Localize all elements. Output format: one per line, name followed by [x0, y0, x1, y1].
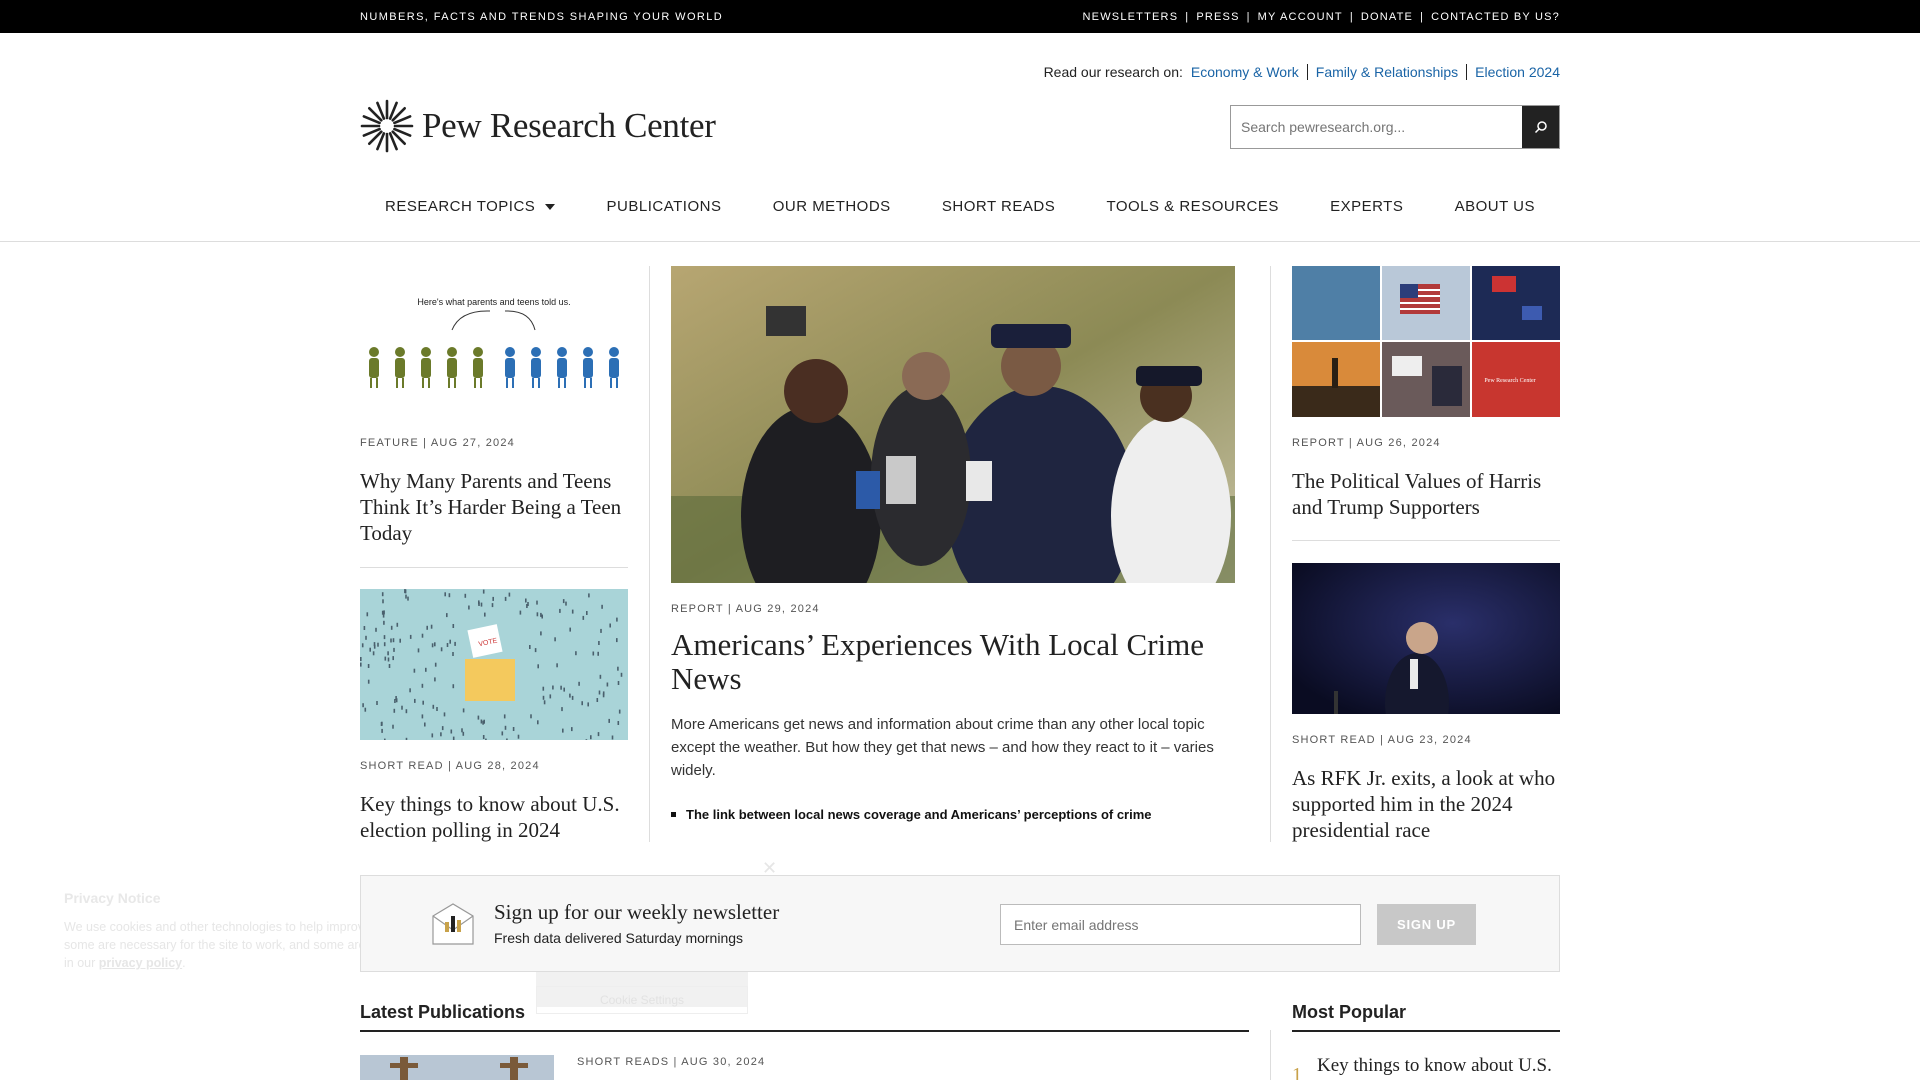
nav-tools-resources[interactable]: TOOLS & RESOURCES — [1106, 198, 1278, 215]
caret-down-icon — [545, 203, 556, 210]
utility-links: NEWSLETTERS | PRESS | MY ACCOUNT | DONATE | … — [1082, 11, 1560, 23]
nav-about-us[interactable]: ABOUT US — [1455, 198, 1535, 215]
latest-thumbnail[interactable] — [360, 1055, 554, 1080]
story-meta: REPORT | AUG 26, 2024 — [1292, 437, 1441, 449]
newsletter-signup: Sign up for our weekly newsletter Fresh … — [360, 875, 1560, 972]
site-logo[interactable]: Pew Research Center — [360, 99, 716, 153]
story-divider — [360, 567, 628, 568]
story-title[interactable]: Why Many Parents and Teens Think It’s Ha… — [360, 468, 628, 546]
read-research-label: Read our research on: — [1043, 64, 1183, 80]
story-meta: FEATURE | AUG 27, 2024 — [360, 437, 515, 449]
search-input[interactable] — [1231, 106, 1522, 148]
latest-publications-heading: Latest Publications — [360, 1002, 526, 1022]
tagline: NUMBERS, FACTS AND TRENDS SHAPING YOUR W… — [360, 11, 724, 23]
story-divider — [1292, 540, 1560, 541]
search-button[interactable] — [1522, 106, 1559, 148]
nav-experts[interactable]: EXPERTS — [1330, 198, 1403, 215]
main-story-description: More Americans get news and information … — [671, 716, 1214, 779]
newsletter-title: Sign up for our weekly newsletter — [494, 900, 780, 924]
latest-divider — [360, 1030, 1249, 1032]
election-polling-illustration[interactable]: VOTE — [360, 589, 628, 740]
newsletter-subtitle: Fresh data delivered Saturday mornings — [494, 930, 744, 946]
story-title[interactable]: As RFK Jr. exits, a look at who supporte… — [1292, 765, 1560, 843]
press-link[interactable]: PRESS — [1196, 11, 1239, 23]
related-link[interactable]: The link between local news coverage and… — [671, 807, 1152, 822]
column-divider-bottom — [1270, 1030, 1271, 1080]
column-divider-left — [649, 266, 650, 842]
story-meta: SHORT READ | AUG 28, 2024 — [360, 760, 540, 772]
donate-link[interactable]: DONATE — [1361, 11, 1413, 23]
email-field[interactable] — [1000, 904, 1361, 945]
main-story-meta: REPORT | AUG 29, 2024 — [671, 603, 820, 615]
search-box — [1230, 105, 1560, 149]
crime-news-photo[interactable] — [671, 266, 1235, 583]
tile-wordmark: Pew Research Center — [1484, 378, 1535, 384]
newsletters-link[interactable]: NEWSLETTERS — [1083, 11, 1179, 23]
topic-link-economy[interactable]: Economy & Work — [1191, 64, 1299, 80]
topic-link-election[interactable]: Election 2024 — [1475, 64, 1560, 80]
latest-item-meta: SHORT READS | AUG 30, 2024 — [577, 1056, 766, 1068]
contacted-by-us-link[interactable]: CONTACTED BY US? — [1431, 11, 1560, 23]
research-topics-line: Read our research on: Economy & Work Fam… — [1044, 64, 1560, 80]
privacy-policy-link[interactable]: privacy policy — [99, 956, 182, 970]
logo-wordmark: Pew Research Center — [422, 106, 716, 145]
privacy-title: Privacy Notice — [64, 890, 161, 906]
main-story-title[interactable]: Americans’ Experiences With Local Crime … — [671, 628, 1235, 696]
nav-divider — [0, 241, 1920, 242]
nav-short-reads[interactable]: SHORT READS — [942, 198, 1055, 215]
topic-link-family[interactable]: Family & Relationships — [1316, 64, 1458, 80]
top-bar: NUMBERS, FACTS AND TRENDS SHAPING YOUR W… — [0, 0, 1920, 33]
popular-rank: 1 — [1292, 1064, 1302, 1080]
story-title[interactable]: The Political Values of Harris and Trump… — [1292, 468, 1560, 520]
story-title[interactable]: Key things to know about U.S. election p… — [360, 791, 628, 843]
nav-research-topics[interactable]: RESEARCH TOPICS — [385, 198, 556, 215]
illustration-caption: Here's what parents and teens told us. — [417, 297, 570, 307]
popular-item-title[interactable]: Key things to know about U.S. — [1317, 1055, 1552, 1077]
political-values-collage[interactable]: Pew Research Center — [1292, 266, 1560, 417]
search-icon — [1534, 121, 1547, 134]
pew-sunburst-icon — [360, 99, 414, 153]
popular-divider — [1292, 1030, 1560, 1032]
nav-our-methods[interactable]: OUR METHODS — [773, 198, 891, 215]
nav-publications[interactable]: PUBLICATIONS — [607, 198, 722, 215]
column-divider-right — [1270, 266, 1271, 842]
newsletter-chart-icon — [432, 903, 474, 945]
cookie-settings-button[interactable]: Cookie Settings — [536, 986, 748, 1014]
parents-teens-illustration[interactable]: Here's what parents and teens told us. — [360, 285, 628, 403]
my-account-link[interactable]: MY ACCOUNT — [1258, 11, 1343, 23]
bullet-icon — [671, 812, 676, 817]
most-popular-heading: Most Popular — [1292, 1002, 1407, 1022]
rfk-photo[interactable] — [1292, 563, 1560, 714]
sign-up-button[interactable]: SIGN UP — [1377, 904, 1476, 945]
main-nav: RESEARCH TOPICS PUBLICATIONS OUR METHODS… — [360, 198, 1560, 215]
story-meta: SHORT READ | AUG 23, 2024 — [1292, 734, 1472, 746]
